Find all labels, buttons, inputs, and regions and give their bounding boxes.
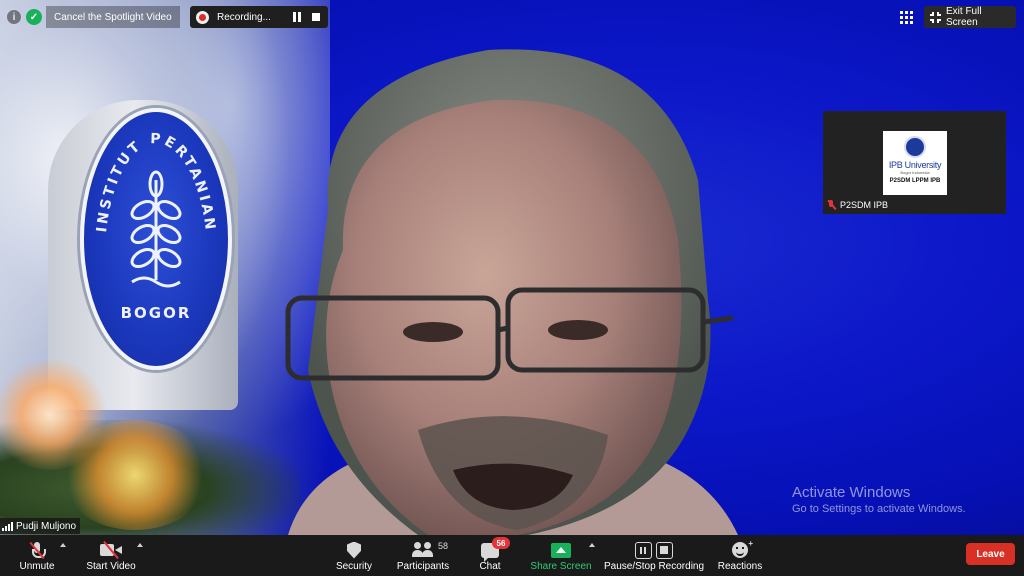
speaker-name: Pudji Muljono — [16, 520, 77, 532]
exit-full-screen-button[interactable]: Exit Full Screen — [924, 6, 1016, 28]
watermark-title: Activate Windows — [792, 484, 911, 501]
share-screen-label: Share Screen — [530, 561, 592, 572]
camera-off-icon — [100, 540, 122, 560]
unmute-button[interactable]: Unmute — [14, 535, 60, 576]
reactions-label: Reactions — [717, 561, 763, 572]
speaker-name-tag: Pudji Muljono — [0, 518, 81, 534]
ipb-seal: INSTITUT PERTANIAN BOGOR — [80, 108, 232, 370]
reactions-smiley-icon: + — [732, 539, 753, 558]
meeting-controls-bar: Unmute Start Video Security 58 Participa… — [0, 535, 1024, 576]
meeting-top-bar: i ✓ Cancel the Spotlight Video — [6, 6, 180, 28]
watermark-subtitle: Go to Settings to activate Windows. — [792, 503, 966, 515]
activate-windows-watermark: Activate Windows Go to Settings to activ… — [792, 484, 966, 515]
pause-stop-recording-button[interactable]: Pause/Stop Recording — [604, 535, 704, 576]
share-screen-button[interactable]: Share Screen — [530, 535, 592, 576]
participants-label: Participants — [396, 561, 450, 572]
encryption-shield-icon[interactable]: ✓ — [26, 9, 42, 25]
logo-unit: P2SDM LPPM IPB — [889, 178, 941, 184]
unmute-label: Unmute — [19, 561, 55, 572]
connection-signal-icon — [2, 521, 13, 531]
meeting-info-icon[interactable]: i — [6, 9, 22, 25]
participant-count: 58 — [438, 541, 449, 551]
recording-indicator: Recording... — [190, 6, 328, 28]
cancel-spotlight-button[interactable]: Cancel the Spotlight Video — [46, 6, 180, 28]
security-label: Security — [335, 561, 373, 572]
ipb-university-logo: IPB University Bogor Indonesia P2SDM LPP… — [883, 131, 947, 195]
reactions-button[interactable]: + Reactions — [716, 535, 764, 576]
mic-muted-icon — [827, 200, 836, 210]
share-options-chevron-icon[interactable] — [589, 543, 595, 547]
pause-recording-icon[interactable] — [292, 12, 304, 22]
video-options-chevron-icon[interactable] — [137, 543, 143, 547]
start-video-label: Start Video — [86, 561, 136, 572]
logo-name: IPB University — [888, 160, 942, 170]
foreground-flower — [60, 420, 210, 530]
security-shield-icon — [347, 541, 361, 559]
speaker-video — [285, 49, 738, 535]
main-video: INSTITUT PERTANIAN BOGOR — [0, 0, 1024, 535]
chat-unread-badge: 56 — [492, 537, 510, 549]
share-screen-icon — [551, 542, 571, 558]
participants-button[interactable]: 58 Participants — [394, 535, 452, 576]
stop-icon — [656, 541, 673, 559]
security-button[interactable]: Security — [332, 535, 376, 576]
audio-options-chevron-icon[interactable] — [60, 543, 66, 547]
microphone-muted-icon — [29, 541, 46, 560]
seal-bottom-text: BOGOR — [120, 304, 192, 322]
participants-icon — [412, 542, 434, 558]
record-dot-icon — [196, 10, 209, 24]
logo-subtitle: Bogor Indonesia — [900, 170, 930, 175]
stop-recording-icon[interactable] — [312, 13, 320, 21]
gallery-view-icon[interactable] — [900, 11, 913, 24]
ipb-logo-seal-icon — [904, 136, 926, 158]
exit-fullscreen-icon — [930, 11, 941, 23]
recording-label: Recording... — [217, 11, 271, 23]
chat-label: Chat — [479, 561, 501, 572]
recording-control-label: Pause/Stop Recording — [603, 561, 705, 572]
plant-emblem-icon — [130, 170, 182, 288]
leave-meeting-button[interactable]: Leave — [966, 543, 1015, 565]
thumbnail-name-tag: P2SDM IPB — [827, 200, 888, 210]
pause-icon — [635, 541, 652, 559]
exit-full-screen-label: Exit Full Screen — [946, 6, 982, 28]
thumbnail-participant-name: P2SDM IPB — [840, 200, 889, 210]
participant-thumbnail[interactable]: IPB University Bogor Indonesia P2SDM LPP… — [823, 111, 1006, 214]
chat-button[interactable]: 56 Chat — [474, 535, 510, 576]
start-video-button[interactable]: Start Video — [84, 535, 138, 576]
